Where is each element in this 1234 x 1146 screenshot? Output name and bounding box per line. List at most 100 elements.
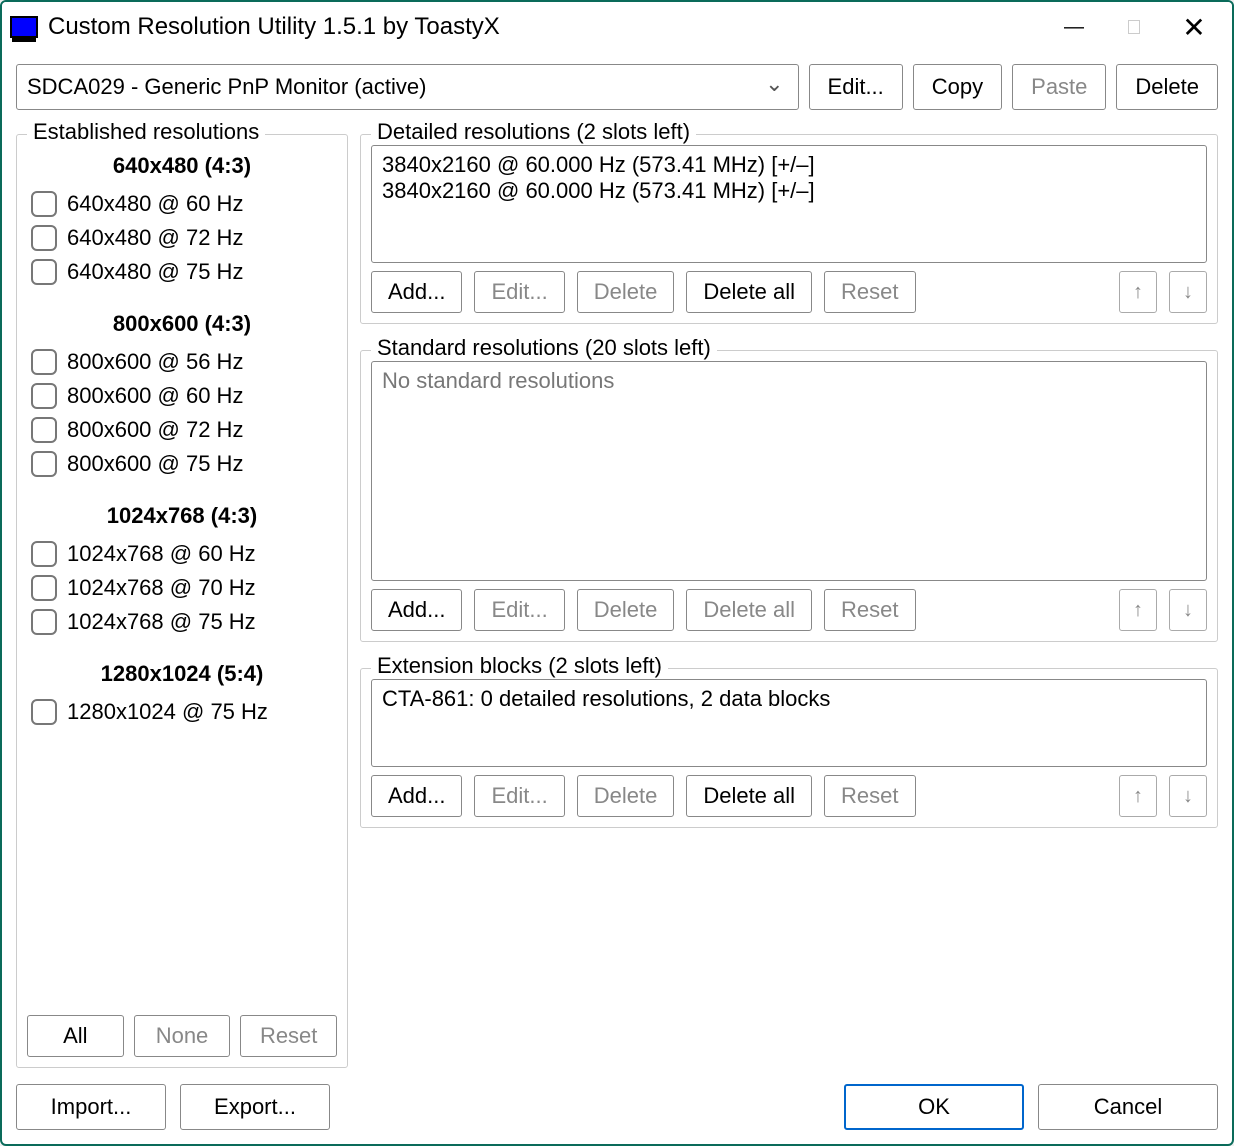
- footer-bar: Import... Export... OK Cancel: [16, 1078, 1218, 1130]
- standard-buttons: Add... Edit... Delete Delete all Reset ↑…: [371, 589, 1207, 631]
- minimize-button[interactable]: —: [1044, 7, 1104, 47]
- client-area: SDCA029 - Generic PnP Monitor (active) E…: [2, 52, 1232, 1144]
- app-window: Custom Resolution Utility 1.5.1 by Toast…: [0, 0, 1234, 1146]
- standard-list[interactable]: No standard resolutions: [371, 361, 1207, 581]
- checkbox[interactable]: [31, 225, 57, 251]
- detailed-delete-all-button[interactable]: Delete all: [686, 271, 812, 313]
- resolution-label: 800x600 @ 56 Hz: [67, 349, 243, 375]
- close-button[interactable]: ✕: [1164, 7, 1224, 47]
- standard-resolutions-group: Standard resolutions (20 slots left) No …: [360, 350, 1218, 642]
- standard-add-button[interactable]: Add...: [371, 589, 462, 631]
- established-title: Established resolutions: [27, 119, 265, 145]
- standard-delete-all-button[interactable]: Delete all: [686, 589, 812, 631]
- resolution-group-title: 800x600 (4:3): [27, 311, 337, 337]
- extension-move-up-button[interactable]: ↑: [1119, 775, 1157, 817]
- detailed-add-button[interactable]: Add...: [371, 271, 462, 313]
- checkbox[interactable]: [31, 451, 57, 477]
- checkbox[interactable]: [31, 699, 57, 725]
- maximize-button[interactable]: [1104, 7, 1164, 47]
- checkbox[interactable]: [31, 609, 57, 635]
- established-none-button[interactable]: None: [134, 1015, 231, 1057]
- extension-blocks-group: Extension blocks (2 slots left) CTA-861:…: [360, 668, 1218, 828]
- extension-title: Extension blocks (2 slots left): [371, 653, 668, 679]
- resolution-label: 800x600 @ 60 Hz: [67, 383, 243, 409]
- main-area: Established resolutions 640x480 (4:3)640…: [16, 120, 1218, 1068]
- extension-block-item[interactable]: CTA-861: 0 detailed resolutions, 2 data …: [382, 686, 1196, 712]
- detailed-move-down-button[interactable]: ↓: [1169, 271, 1207, 313]
- extension-buttons: Add... Edit... Delete Delete all Reset ↑…: [371, 775, 1207, 817]
- resolution-label: 1280x1024 @ 75 Hz: [67, 699, 268, 725]
- resolution-checkbox-row[interactable]: 800x600 @ 72 Hz: [27, 413, 337, 447]
- titlebar: Custom Resolution Utility 1.5.1 by Toast…: [2, 2, 1232, 52]
- standard-title: Standard resolutions (20 slots left): [371, 335, 717, 361]
- detailed-resolution-item[interactable]: 3840x2160 @ 60.000 Hz (573.41 MHz) [+/–]: [382, 178, 1196, 204]
- resolution-label: 1024x768 @ 60 Hz: [67, 541, 256, 567]
- checkbox[interactable]: [31, 417, 57, 443]
- monitor-dropdown[interactable]: SDCA029 - Generic PnP Monitor (active): [16, 64, 799, 110]
- resolution-label: 640x480 @ 60 Hz: [67, 191, 243, 217]
- import-button[interactable]: Import...: [16, 1084, 166, 1130]
- resolution-label: 640x480 @ 72 Hz: [67, 225, 243, 251]
- detailed-buttons: Add... Edit... Delete Delete all Reset ↑…: [371, 271, 1207, 313]
- detailed-move-up-button[interactable]: ↑: [1119, 271, 1157, 313]
- resolution-group-title: 1280x1024 (5:4): [27, 661, 337, 687]
- checkbox[interactable]: [31, 191, 57, 217]
- resolution-label: 800x600 @ 72 Hz: [67, 417, 243, 443]
- checkbox[interactable]: [31, 383, 57, 409]
- established-all-button[interactable]: All: [27, 1015, 124, 1057]
- standard-move-down-button[interactable]: ↓: [1169, 589, 1207, 631]
- resolution-label: 1024x768 @ 75 Hz: [67, 609, 256, 635]
- ok-button[interactable]: OK: [844, 1084, 1024, 1130]
- extension-list[interactable]: CTA-861: 0 detailed resolutions, 2 data …: [371, 679, 1207, 767]
- detailed-reset-button[interactable]: Reset: [824, 271, 915, 313]
- monitor-dropdown-value: SDCA029 - Generic PnP Monitor (active): [27, 74, 426, 100]
- paste-monitor-button[interactable]: Paste: [1012, 64, 1106, 110]
- standard-delete-button[interactable]: Delete: [577, 589, 675, 631]
- checkbox[interactable]: [31, 575, 57, 601]
- resolution-checkbox-row[interactable]: 1024x768 @ 70 Hz: [27, 571, 337, 605]
- detailed-delete-button[interactable]: Delete: [577, 271, 675, 313]
- detailed-list[interactable]: 3840x2160 @ 60.000 Hz (573.41 MHz) [+/–]…: [371, 145, 1207, 263]
- window-title: Custom Resolution Utility 1.5.1 by Toast…: [48, 13, 1044, 41]
- extension-add-button[interactable]: Add...: [371, 775, 462, 817]
- resolution-checkbox-row[interactable]: 640x480 @ 75 Hz: [27, 255, 337, 289]
- resolution-checkbox-row[interactable]: 1024x768 @ 75 Hz: [27, 605, 337, 639]
- cancel-button[interactable]: Cancel: [1038, 1084, 1218, 1130]
- extension-move-down-button[interactable]: ↓: [1169, 775, 1207, 817]
- resolution-label: 800x600 @ 75 Hz: [67, 451, 243, 477]
- resolution-checkbox-row[interactable]: 800x600 @ 56 Hz: [27, 345, 337, 379]
- resolution-checkbox-row[interactable]: 800x600 @ 75 Hz: [27, 447, 337, 481]
- resolution-checkbox-row[interactable]: 640x480 @ 60 Hz: [27, 187, 337, 221]
- checkbox[interactable]: [31, 349, 57, 375]
- extension-delete-button[interactable]: Delete: [577, 775, 675, 817]
- extension-reset-button[interactable]: Reset: [824, 775, 915, 817]
- monitor-toolbar: SDCA029 - Generic PnP Monitor (active) E…: [16, 64, 1218, 110]
- detailed-title: Detailed resolutions (2 slots left): [371, 119, 696, 145]
- extension-delete-all-button[interactable]: Delete all: [686, 775, 812, 817]
- resolution-group-title: 640x480 (4:3): [27, 153, 337, 179]
- standard-reset-button[interactable]: Reset: [824, 589, 915, 631]
- established-reset-button[interactable]: Reset: [240, 1015, 337, 1057]
- delete-monitor-button[interactable]: Delete: [1116, 64, 1218, 110]
- resolution-checkbox-row[interactable]: 640x480 @ 72 Hz: [27, 221, 337, 255]
- copy-monitor-button[interactable]: Copy: [913, 64, 1002, 110]
- right-column: Detailed resolutions (2 slots left) 3840…: [360, 134, 1218, 1068]
- export-button[interactable]: Export...: [180, 1084, 330, 1130]
- detailed-resolutions-group: Detailed resolutions (2 slots left) 3840…: [360, 134, 1218, 324]
- detailed-edit-button[interactable]: Edit...: [474, 271, 564, 313]
- resolution-label: 1024x768 @ 70 Hz: [67, 575, 256, 601]
- checkbox[interactable]: [31, 541, 57, 567]
- checkbox[interactable]: [31, 259, 57, 285]
- standard-edit-button[interactable]: Edit...: [474, 589, 564, 631]
- established-buttons: All None Reset: [27, 1015, 337, 1057]
- resolution-checkbox-row[interactable]: 1024x768 @ 60 Hz: [27, 537, 337, 571]
- extension-edit-button[interactable]: Edit...: [474, 775, 564, 817]
- established-list: 640x480 (4:3) 640x480 @ 60 Hz 640x480 @ 72…: [27, 145, 337, 1007]
- resolution-checkbox-row[interactable]: 1280x1024 @ 75 Hz: [27, 695, 337, 729]
- resolution-checkbox-row[interactable]: 800x600 @ 60 Hz: [27, 379, 337, 413]
- edit-monitor-button[interactable]: Edit...: [809, 64, 903, 110]
- established-resolutions-group: Established resolutions 640x480 (4:3)640…: [16, 134, 348, 1068]
- standard-move-up-button[interactable]: ↑: [1119, 589, 1157, 631]
- resolution-label: 640x480 @ 75 Hz: [67, 259, 243, 285]
- detailed-resolution-item[interactable]: 3840x2160 @ 60.000 Hz (573.41 MHz) [+/–]: [382, 152, 1196, 178]
